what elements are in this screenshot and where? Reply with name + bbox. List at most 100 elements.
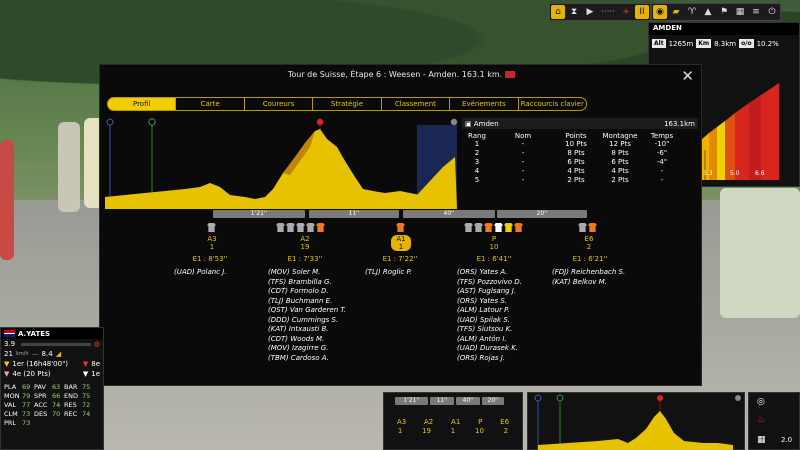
menu-icon[interactable]: ≡ xyxy=(749,5,763,19)
mountain-icon[interactable]: ▲ xyxy=(701,5,715,19)
spectator xyxy=(58,122,80,212)
polka-jersey-icon: ▼ xyxy=(4,370,10,378)
table-row: 2-8 Pts 8 Pts -6" xyxy=(474,149,668,157)
rider-name[interactable]: (UAD) Spilak S. xyxy=(457,316,522,326)
gradient-segment xyxy=(749,95,761,180)
jersey-icon xyxy=(494,223,503,232)
rider-name[interactable]: (CDT) Formolo D. xyxy=(268,287,346,297)
rider-name[interactable]: (TFS) Siutsou K. xyxy=(457,325,522,335)
recenter-icon[interactable]: ◎ xyxy=(757,397,765,407)
rider-name[interactable]: (TFS) Pozzovivo D. xyxy=(457,278,522,288)
right-strip-value: 2.0 xyxy=(781,436,793,444)
plus-icon[interactable]: + xyxy=(619,5,633,19)
col-nom: Nom xyxy=(514,132,532,140)
rider-name[interactable]: (MOV) Soler M. xyxy=(268,268,346,278)
effort-value: 8.4 xyxy=(41,350,53,358)
rider-name: A.YATES xyxy=(18,329,51,338)
yellow-jersey-icon: ▼ xyxy=(4,360,10,368)
eye-icon[interactable]: ◉ xyxy=(653,5,667,19)
gap-bar: 1'21'' xyxy=(213,210,305,218)
tab-evenements[interactable]: Evénements xyxy=(450,97,519,111)
group-a2[interactable]: A2 19 xyxy=(293,235,317,251)
rider-name[interactable]: (DDD) Cummings S. xyxy=(268,316,346,326)
tab-classement[interactable]: Classement xyxy=(381,97,451,111)
rider-speed-line: 21 km/h — 8.4 ◢ xyxy=(1,349,103,359)
home-icon[interactable]: ⌂ xyxy=(551,5,565,19)
gap-bar: 20'' xyxy=(497,210,587,218)
heart-icon: ◍ xyxy=(93,340,100,348)
rider-name[interactable]: (QST) Van Garderen T. xyxy=(268,306,346,316)
rider-name[interactable]: (UAD) Durasek K. xyxy=(457,344,522,354)
riders-icon[interactable]: ⚑ xyxy=(717,5,731,19)
climb-icon xyxy=(657,395,663,401)
rider-name[interactable]: (ORS) Rojas J. xyxy=(457,354,522,364)
speed-unit: km/h xyxy=(15,351,29,357)
group-time: E1 : 6'21'' xyxy=(572,255,608,263)
group-e6[interactable]: E6 2 xyxy=(577,235,601,251)
gradient-segment xyxy=(761,83,779,180)
rider-name[interactable]: (TLJ) Roglic P. xyxy=(365,268,412,278)
jersey-icon xyxy=(286,223,295,232)
bottom-profile-panel xyxy=(527,392,745,450)
rider-name[interactable]: (MOV) Izagirre G. xyxy=(268,344,346,354)
climb-marker-icon xyxy=(316,118,324,126)
white-jersey-icon: ▼ xyxy=(82,370,89,378)
tab-bar: Profil Carte Coureurs Stratégie Classeme… xyxy=(107,97,587,111)
results-distance: 163.1km xyxy=(664,119,695,128)
tab-profil[interactable]: Profil xyxy=(107,97,177,111)
rider-list: (FDJ) Reichenbach S. (KAT) Belkov M. xyxy=(552,268,625,287)
grid-icon[interactable]: ▦ xyxy=(733,5,747,19)
bottom-profile-chart xyxy=(534,394,741,450)
mini-tick-2: 5.0 xyxy=(730,170,740,177)
rider-name[interactable]: (TFS) Brambilla G. xyxy=(268,278,346,288)
right-side-panel: ◎ ♨ ▦ 2.0 xyxy=(748,392,800,450)
rider-name[interactable]: (KAT) Belkov M. xyxy=(552,278,625,288)
tab-strategie[interactable]: Stratégie xyxy=(313,97,382,111)
rider-name[interactable]: (TLJ) Buchmann E. xyxy=(268,297,346,307)
stage-profile xyxy=(105,117,460,209)
climb-stats: Alt 1265m Km 8.3km o/o 10.2% xyxy=(649,35,799,52)
close-button[interactable]: ✕ xyxy=(681,68,694,84)
bottom-group-counts: 1 19 1 10 2 xyxy=(397,427,509,435)
col-rang: Rang xyxy=(468,132,486,140)
group-a3[interactable]: A3 1 xyxy=(200,235,224,251)
results-location: ▣ Amden xyxy=(465,119,499,128)
gradient-icon: ◢ xyxy=(55,350,62,358)
km-label: Km xyxy=(696,39,712,48)
bike-icon[interactable]: ♈ xyxy=(685,5,699,19)
rider-name[interactable]: (FDJ) Reichenbach S. xyxy=(552,268,625,278)
spectator xyxy=(720,188,800,318)
exit-icon[interactable]: ⏻ xyxy=(765,5,779,19)
gradient-segment xyxy=(735,103,749,180)
camera-icon[interactable]: ▰ xyxy=(669,5,683,19)
rider-name[interactable]: (AST) Fuglsang J. xyxy=(457,287,522,297)
rider-name[interactable]: (KAT) Intxausti B. xyxy=(268,325,346,335)
pct-label: o/o xyxy=(739,39,754,48)
rider-name[interactable]: (TBM) Cardoso A. xyxy=(268,354,346,364)
tab-raccourcis[interactable]: Raccourcis clavier xyxy=(518,97,587,111)
jersey-icon xyxy=(514,223,523,232)
group-a1[interactable]: A1 1 xyxy=(391,235,411,251)
rider-list: (ORS) Yates A. (TFS) Pozzovivo D. (AST) … xyxy=(457,268,522,363)
rider-name[interactable]: (UAD) Polanc J. xyxy=(174,268,227,278)
play-icon[interactable]: ▶ xyxy=(583,5,597,19)
dash-separator: — xyxy=(31,350,39,358)
group-time: E1 : 8'53'' xyxy=(192,255,228,263)
rider-name[interactable]: (ALM) Antón I. xyxy=(457,335,522,345)
tab-carte[interactable]: Carte xyxy=(176,97,245,111)
tab-coureurs[interactable]: Coureurs xyxy=(244,97,314,111)
rider-name[interactable]: (ORS) Yates A. xyxy=(457,268,522,278)
gap-bar: 40'' xyxy=(403,210,495,218)
rider-name[interactable]: (ORS) Yates S. xyxy=(457,297,522,307)
rider-name[interactable]: (ALM) Latour P. xyxy=(457,306,522,316)
gap-bar: 1'21'' xyxy=(395,397,428,405)
power-value: 3.9 xyxy=(4,340,16,348)
pause-button[interactable]: II xyxy=(635,5,649,19)
stage-title: Tour de Suisse, Étape 6 : Weesen - Amden… xyxy=(287,70,503,79)
finish-marker-icon xyxy=(450,118,458,126)
rider-name[interactable]: (CDT) Woods M. xyxy=(268,335,346,345)
rider-header[interactable]: A.YATES xyxy=(1,328,103,339)
hourglass-icon[interactable]: ⧗ xyxy=(567,5,581,19)
col-montagne: Montagne xyxy=(602,132,638,140)
group-peloton[interactable]: P 10 xyxy=(482,235,506,251)
